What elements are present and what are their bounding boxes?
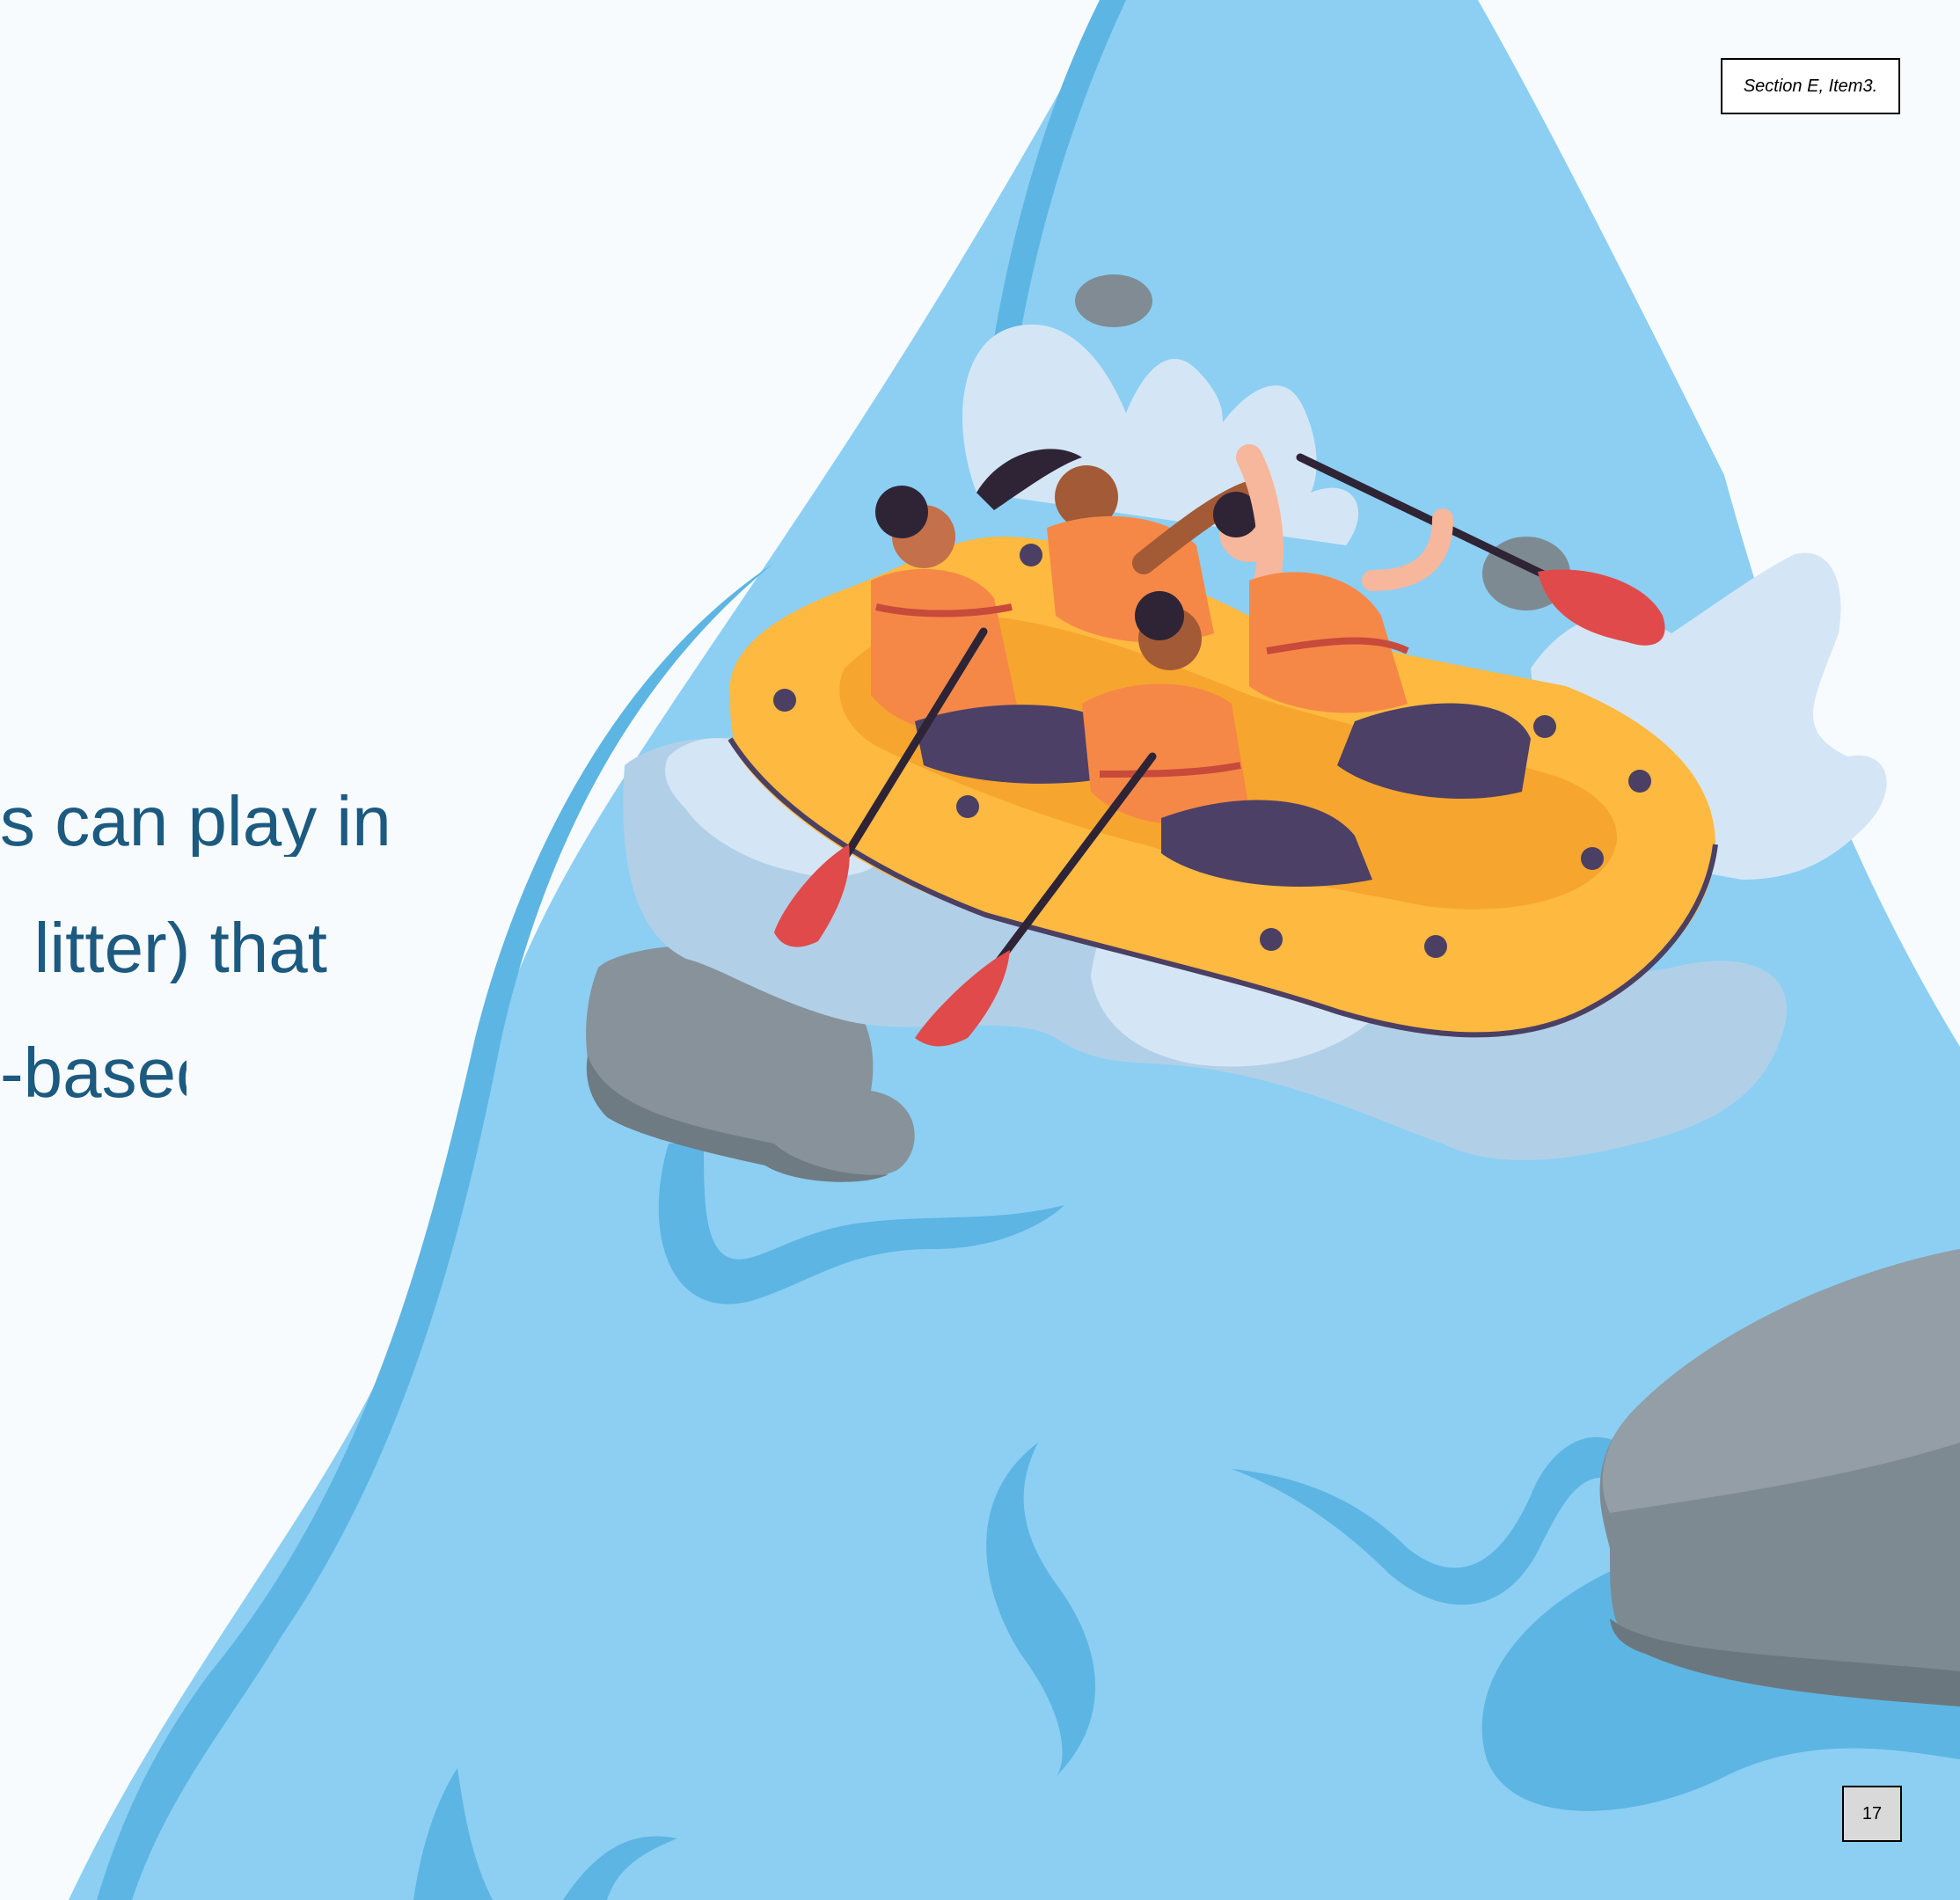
- page-number-box: 17: [1842, 1786, 1902, 1842]
- body-text-line: litter) that: [33, 913, 327, 983]
- body-text-line: s can play in a: [0, 786, 403, 857]
- page-number: 17: [1861, 1803, 1883, 1823]
- rock-small-top: [1075, 274, 1152, 327]
- body-text-line: -based: [0, 1038, 186, 1108]
- section-reference-box: Section E, Item3.: [1721, 58, 1900, 114]
- section-reference-text: Section E, Item3.: [1743, 76, 1878, 96]
